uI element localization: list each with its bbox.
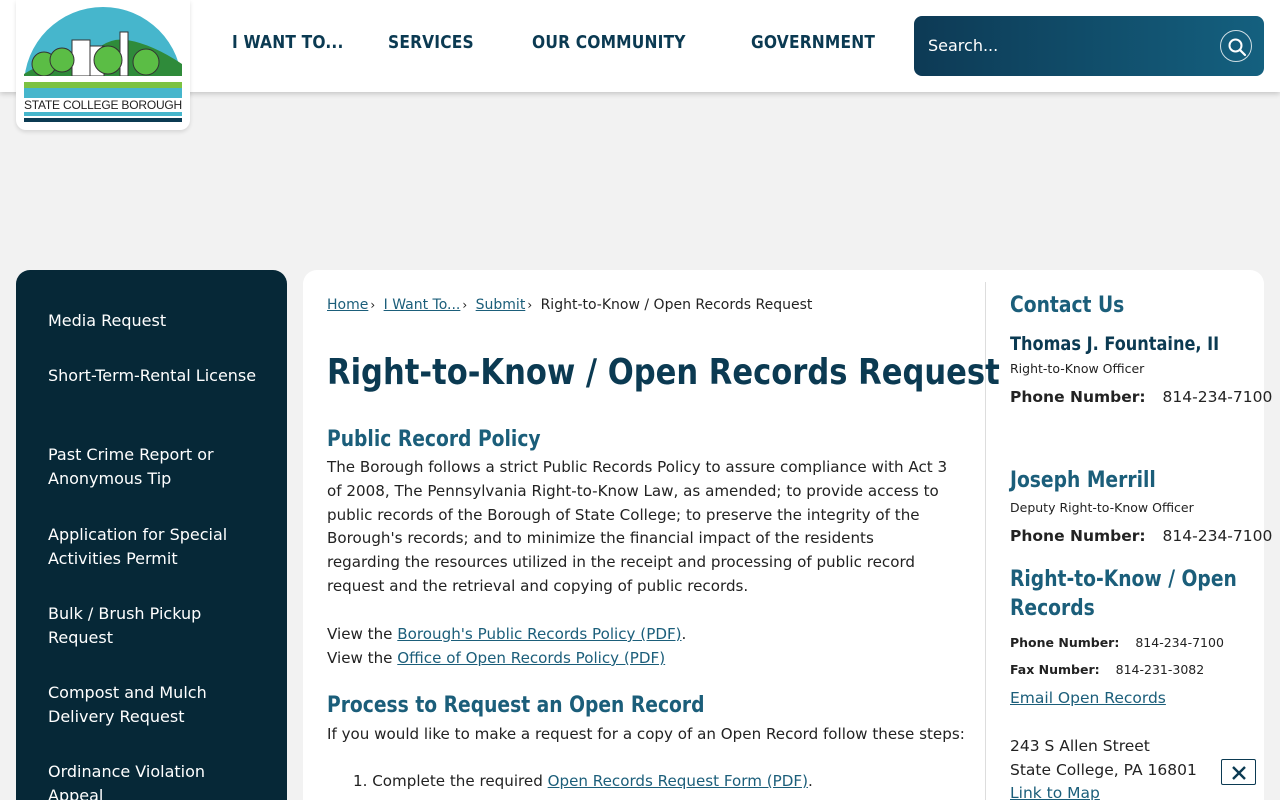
close-icon (1232, 766, 1246, 780)
phone-label: Phone Number: (1010, 527, 1146, 545)
nav-i-want-to[interactable]: I WANT TO... (232, 32, 344, 53)
policy-link-line-2: View the Office of Open Records Policy (… (327, 649, 665, 667)
sidebar-nav: Media Request Short-Term-Rental License … (16, 270, 287, 800)
sidebar-item-ordinance-appeal[interactable]: Ordinance Violation Appeal (48, 760, 258, 800)
breadcrumb-current: Right-to-Know / Open Records Request (540, 297, 813, 313)
sidebar-item-special-activities[interactable]: Application for Special Activities Permi… (48, 523, 258, 571)
contact-heading: Contact Us (1010, 293, 1125, 318)
contact-person-2-title: Deputy Right-to-Know Officer (1010, 500, 1194, 515)
process-intro: If you would like to make a request for … (327, 725, 965, 743)
process-step-1: 1. Complete the required Open Records Re… (353, 772, 813, 790)
logo-stripes-icon (24, 112, 182, 122)
breadcrumb-separator: › (527, 298, 533, 312)
phone-label: Phone Number: (1010, 388, 1146, 406)
phone-value: 814-234-7100 (1135, 635, 1224, 650)
breadcrumb-separator: › (370, 298, 376, 312)
breadcrumb-separator: › (462, 298, 468, 312)
link-suffix: . (681, 625, 687, 643)
breadcrumb-home[interactable]: Home (327, 297, 368, 313)
email-open-records-link[interactable]: Email Open Records (1010, 689, 1166, 707)
nav-government[interactable]: GOVERNMENT (751, 32, 875, 53)
process-heading: Process to Request an Open Record (327, 693, 705, 718)
contact-person-2-phone: Phone Number: 814-234-7100 (1010, 527, 1272, 545)
breadcrumb: Home › I Want To... › Submit › Right-to-Kno… (327, 297, 812, 313)
logo-caption: STATE COLLEGE BOROUGH (23, 98, 183, 112)
search-input[interactable]: Search... (928, 36, 998, 55)
breadcrumb-i-want-to[interactable]: I Want To... (384, 297, 461, 313)
site-header: STATE COLLEGE BOROUGH I WANT TO... SERVI… (0, 0, 1280, 130)
page-title: Right-to-Know / Open Records Request (327, 352, 1000, 393)
office-heading-line-2: Records (1010, 596, 1095, 621)
fax-label: Fax Number: (1010, 662, 1100, 677)
sidebar-item-media-request[interactable]: Media Request (48, 309, 258, 333)
breadcrumb-submit[interactable]: Submit (476, 297, 526, 313)
contact-person-2-name: Joseph Merrill (1010, 468, 1156, 493)
phone-label: Phone Number: (1010, 635, 1120, 650)
step-suffix: . (807, 772, 813, 790)
contact-person-1-phone: Phone Number: 814-234-7100 (1010, 388, 1272, 406)
view-prefix: View the (327, 649, 393, 667)
close-button[interactable] (1221, 759, 1256, 785)
office-phone: Phone Number: 814-234-7100 (1010, 635, 1224, 650)
contact-person-1-name: Thomas J. Fountaine, II (1010, 333, 1220, 355)
step-text: Complete the required (372, 772, 543, 790)
phone-value: 814-234-7100 (1162, 527, 1273, 545)
search-button[interactable] (1220, 30, 1252, 62)
open-records-form-link[interactable]: Open Records Request Form (PDF) (548, 772, 808, 790)
sidebar-item-short-term-rental[interactable]: Short-Term-Rental License (48, 364, 258, 388)
policy-heading: Public Record Policy (327, 427, 541, 452)
main-content: Home › I Want To... › Submit › Right-to-Kno… (303, 270, 1272, 800)
address-line-2: State College, PA 16801 (1010, 761, 1197, 779)
search-icon (1228, 38, 1247, 57)
sidebar-item-compost-mulch[interactable]: Compost and Mulch Delivery Request (48, 681, 258, 729)
office-heading-line-1: Right-to-Know / Open (1010, 567, 1237, 592)
address-line-1: 243 S Allen Street (1010, 737, 1150, 755)
fax-value: 814-231-3082 (1115, 662, 1205, 677)
nav-services[interactable]: SERVICES (388, 32, 474, 53)
policy-body: The Borough follows a strict Public Reco… (327, 458, 948, 595)
policy-link-line-1: View the Borough's Public Records Policy… (327, 625, 686, 643)
phone-value: 814-234-7100 (1162, 388, 1273, 406)
site-logo[interactable]: STATE COLLEGE BOROUGH (16, 0, 190, 130)
office-fax: Fax Number: 814-231-3082 (1010, 662, 1204, 677)
nav-our-community[interactable]: OUR COMMUNITY (532, 32, 686, 53)
contact-person-1-title: Right-to-Know Officer (1010, 361, 1145, 376)
search-bar: Search... (914, 16, 1264, 76)
step-number: 1. (353, 772, 368, 790)
view-prefix: View the (327, 625, 393, 643)
open-records-policy-link[interactable]: Office of Open Records Policy (PDF) (397, 649, 665, 667)
map-link[interactable]: Link to Map (1010, 784, 1100, 800)
sidebar-item-crime-report[interactable]: Past Crime Report or Anonymous Tip (48, 443, 258, 491)
sidebar-item-bulk-brush[interactable]: Bulk / Brush Pickup Request (48, 602, 258, 650)
borough-logo-icon (24, 7, 182, 98)
borough-policy-link[interactable]: Borough's Public Records Policy (PDF) (397, 625, 681, 643)
